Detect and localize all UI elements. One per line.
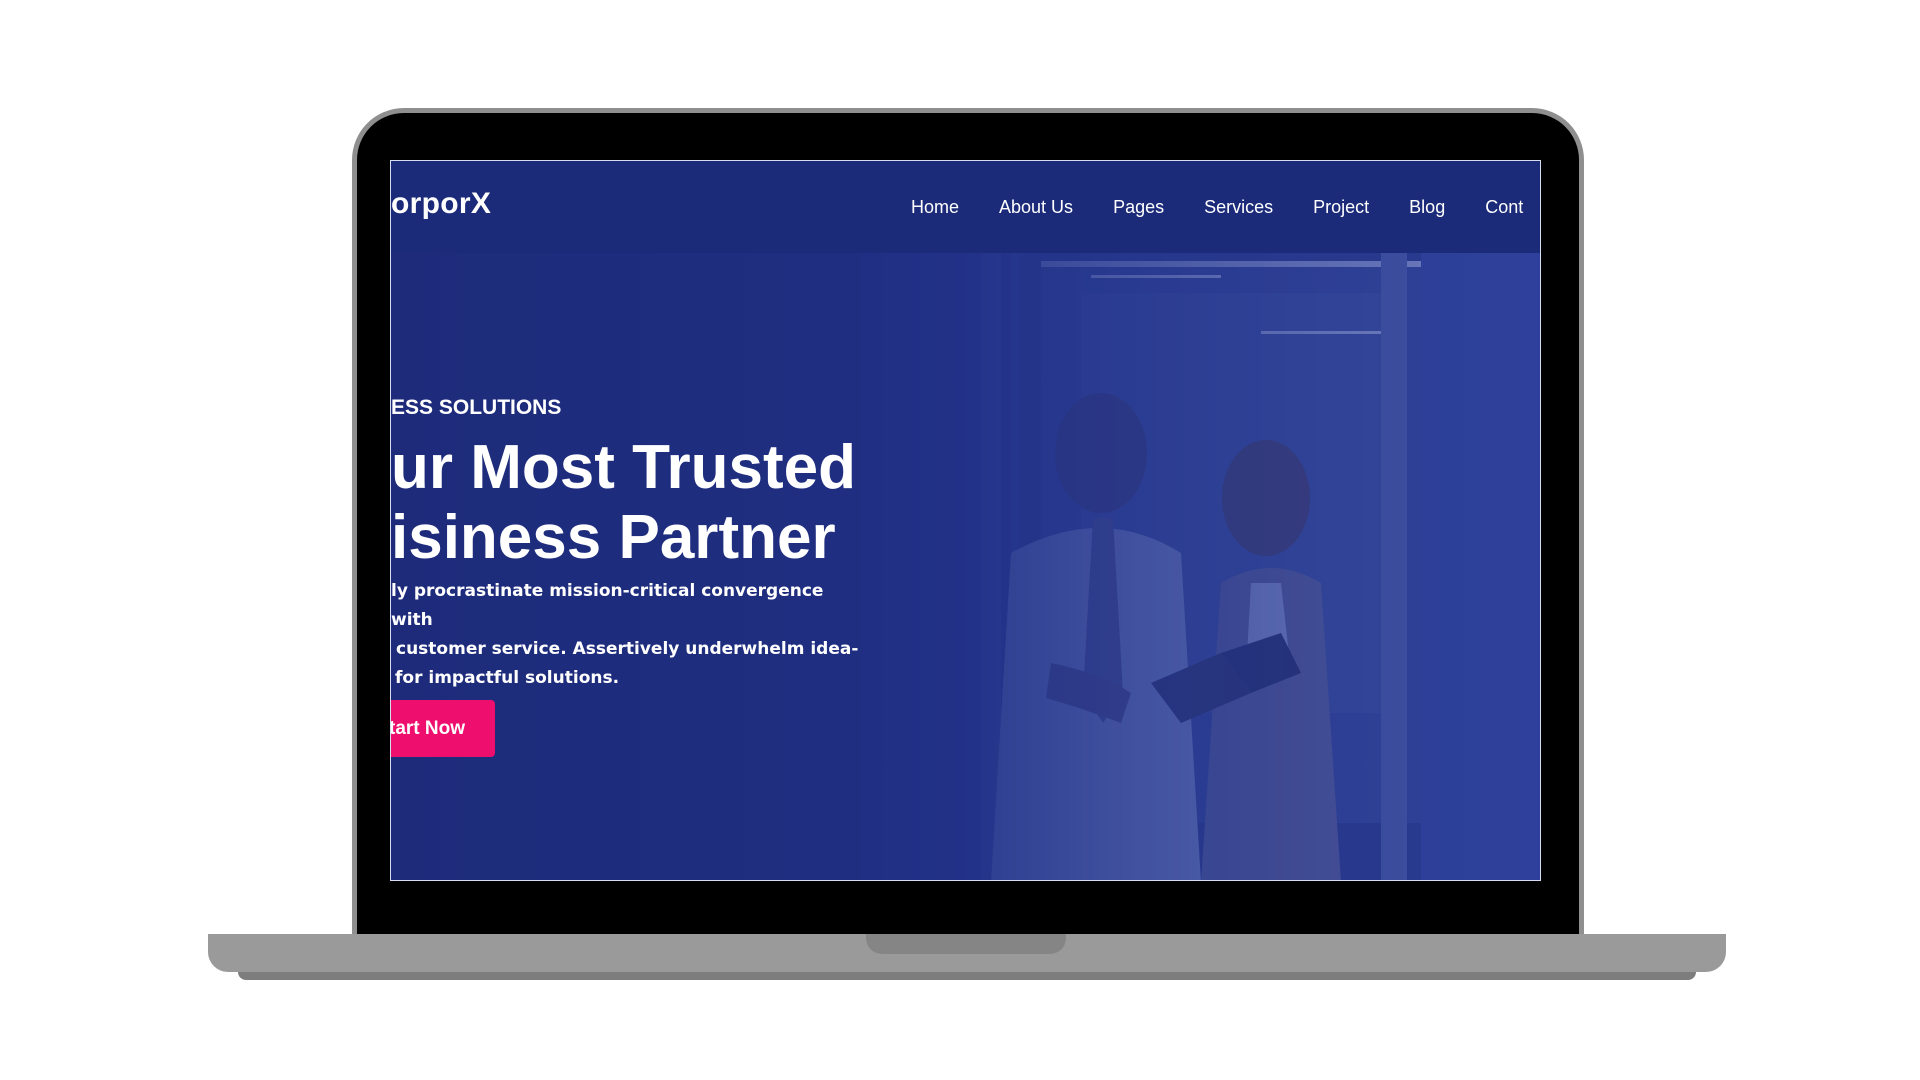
nav-item-home[interactable]: Home [911,197,959,218]
hero-headline-line-1: ur Most Trusted [391,433,857,502]
nav-item-services[interactable]: Services [1204,197,1273,218]
nav-item-project[interactable]: Project [1313,197,1369,218]
website-screen: orporX Home About Us Pages Services Proj… [390,160,1541,881]
laptop-notch [866,934,1066,954]
nav-item-blog[interactable]: Blog [1409,197,1445,218]
laptop-base-shadow [238,972,1696,980]
hero-section: ESS SOLUTIONS ur Most Trusted isiness Pa… [391,253,1540,880]
hero-headline: ur Most Trusted isiness Partner [391,433,856,573]
hero-description-line-2: customer service. Assertively underwhelm… [396,639,859,659]
hero-description: ly procrastinate mission-critical conver… [391,577,871,693]
site-header: orporX Home About Us Pages Services Proj… [391,161,1540,253]
hero-description-line-1: ly procrastinate mission-critical conver… [391,581,824,630]
hero-business-people-image [861,253,1540,880]
main-nav: Home About Us Pages Services Project Blo… [911,161,1540,253]
hero-headline-line-2: isiness Partner [391,503,836,572]
nav-item-pages[interactable]: Pages [1113,197,1164,218]
hero-description-line-3: for impactful solutions. [395,668,620,688]
site-logo[interactable]: orporX [391,187,491,221]
hero-eyebrow: ESS SOLUTIONS [391,396,562,419]
nav-item-contact[interactable]: Cont [1485,197,1523,218]
nav-item-about-us[interactable]: About Us [999,197,1073,218]
start-now-button[interactable]: Start Now [391,700,495,757]
